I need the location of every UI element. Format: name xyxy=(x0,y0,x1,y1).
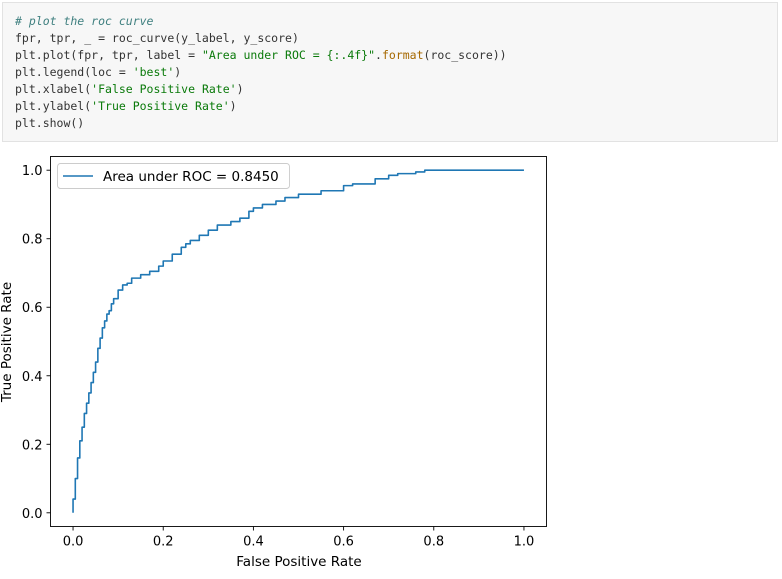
code-line: plt.legend(loc = 'best') xyxy=(15,64,507,81)
code-token: fpr, tpr, _ = roc_curve(y_label, y_score… xyxy=(15,31,299,45)
legend: Area under ROC = 0.8450 xyxy=(57,163,290,189)
code-token: (roc_score)) xyxy=(423,48,507,62)
y-tick-label: 0.8 xyxy=(22,233,43,248)
roc-curve-line xyxy=(72,169,524,513)
cell-output: 0.0 0.2 0.4 0.6 0.8 1.0 0.0 0.2 0.4 0.6 0.8 1.0 Are… xyxy=(0,150,560,575)
roc-chart: 0.0 0.2 0.4 0.6 0.8 1.0 0.0 0.2 0.4 0.6 0.8 1.0 Are… xyxy=(0,156,547,570)
code-token: 'False Positive Rate' xyxy=(91,82,237,96)
code-token: plt.show() xyxy=(15,116,85,130)
code-token: . xyxy=(375,48,382,62)
code-token: # plot the roc curve xyxy=(15,14,154,28)
code-cell[interactable]: # plot the roc curve fpr, tpr, _ = roc_cu… xyxy=(2,2,778,142)
code-editor[interactable]: # plot the roc curve fpr, tpr, _ = roc_cu… xyxy=(15,13,507,132)
code-line: # plot the roc curve xyxy=(15,13,507,30)
code-token: plt.plot(fpr, tpr, label = xyxy=(15,48,202,62)
code-token: ) xyxy=(174,65,182,79)
code-token: format xyxy=(381,48,424,62)
code-line: plt.xlabel('False Positive Rate') xyxy=(15,81,507,98)
legend-label: Area under ROC = 0.8450 xyxy=(103,169,279,185)
x-tick-label: 0.2 xyxy=(153,535,174,550)
code-line: plt.show() xyxy=(15,115,507,132)
x-tick-label: 0.8 xyxy=(423,535,444,550)
code-line: fpr, tpr, _ = roc_curve(y_label, y_score… xyxy=(15,30,507,47)
y-axis-label: True Positive Rate xyxy=(0,282,15,403)
y-tick-label: 0.0 xyxy=(22,507,43,522)
y-tick-label: 0.2 xyxy=(22,438,43,453)
code-line: plt.ylabel('True Positive Rate') xyxy=(15,98,507,115)
x-tick-label: 0.4 xyxy=(243,535,264,550)
code-token: 'best' xyxy=(132,65,175,79)
x-axis-label: False Positive Rate xyxy=(236,554,361,570)
y-tick-label: 0.4 xyxy=(22,370,43,385)
code-token: "Area under ROC = {:.4f}" xyxy=(201,48,376,62)
x-tick-label: 0.0 xyxy=(63,535,84,550)
plot-frame xyxy=(50,156,547,527)
y-tick-label: 1.0 xyxy=(22,164,43,179)
code-token: 'True Positive Rate' xyxy=(91,99,230,113)
code-token: plt.ylabel( xyxy=(15,99,92,113)
code-token: ) xyxy=(229,99,237,113)
y-tick-label: 0.6 xyxy=(22,301,43,316)
x-tick-label: 0.6 xyxy=(333,535,354,550)
x-tick-label: 1.0 xyxy=(514,535,535,550)
code-token: plt.xlabel( xyxy=(15,82,92,96)
code-line: plt.plot(fpr, tpr, label = "Area under R… xyxy=(15,47,507,64)
code-token: plt.legend(loc = xyxy=(15,65,133,79)
code-token: ) xyxy=(236,82,244,96)
